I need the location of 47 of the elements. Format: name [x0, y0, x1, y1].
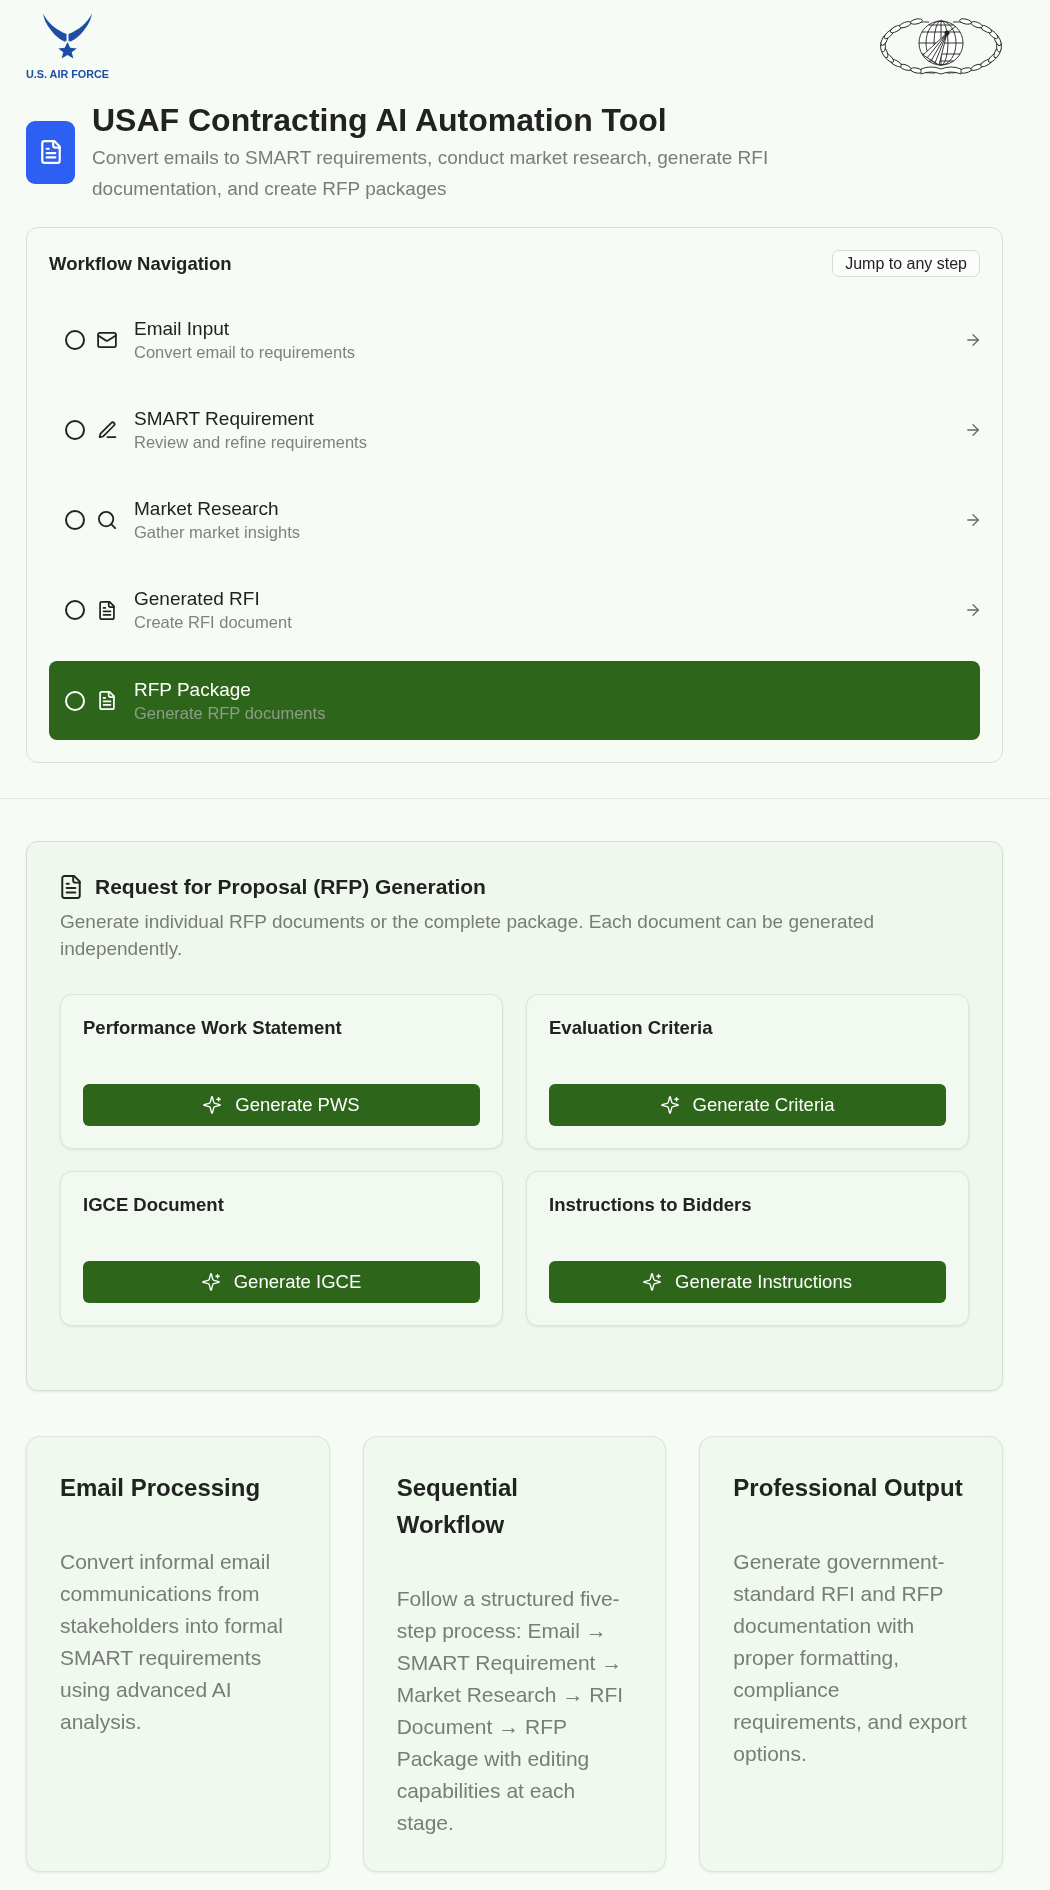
pencil-icon: [97, 420, 117, 439]
document-title: Performance Work Statement: [83, 1017, 343, 1040]
feature-description: Generate government-standard RFI and RFP documentation with proper formatting, compliance requirements, and export options.: [733, 1549, 967, 1768]
arrow-right-icon: [967, 514, 979, 527]
circle-icon: [65, 510, 85, 531]
document-title: Instructions to Bidders: [549, 1194, 753, 1217]
search-icon: [98, 511, 116, 530]
section-title: Request for Proposal (RFP) Generation: [95, 875, 486, 900]
sparkle-icon: [643, 1273, 662, 1292]
arrow-right-icon: [967, 423, 979, 436]
document-icon: [61, 875, 81, 900]
jump-hint-badge: Jump to any step: [832, 250, 980, 277]
sparkle-icon: [660, 1096, 679, 1115]
logo-text: U.S. AIR FORCE: [26, 68, 109, 80]
section-description: Generate individual RFP documents or the complete package. Each document can be generated independently.: [60, 909, 875, 961]
generate-button[interactable]: Generate PWS: [83, 1084, 480, 1127]
generate-button[interactable]: Generate Instructions: [549, 1261, 946, 1304]
app-title: USAF Contracting AI Automation Tool: [92, 101, 668, 140]
circle-icon: [65, 329, 85, 350]
document-title: IGCE Document: [83, 1194, 225, 1217]
document-icon: [99, 600, 115, 620]
document-title: Evaluation Criteria: [549, 1017, 714, 1040]
arrow-right-icon: [967, 333, 979, 346]
circle-icon: [65, 419, 85, 440]
sparkle-icon: [201, 1273, 220, 1292]
workflow-step[interactable]: Market Research Gather market insights: [49, 480, 980, 560]
card-title: Workflow Navigation: [49, 251, 232, 276]
workflow-step[interactable]: SMART Requirement Review and refine requirements: [49, 390, 980, 470]
workflow-step[interactable]: RFP Package Generate RFP documents: [49, 661, 980, 741]
generate-button[interactable]: Generate Criteria: [549, 1084, 946, 1127]
generate-button[interactable]: Generate IGCE: [83, 1261, 480, 1304]
wing-emblem-icon: [41, 13, 94, 60]
circle-icon: [65, 690, 85, 711]
feature-title: Professional Output: [733, 1473, 964, 1504]
circle-icon: [65, 600, 85, 621]
envelope-icon: [97, 331, 117, 348]
feature-description: Convert informal email communications from stakeholders into formal SMART requirements using advanced AI analysis.: [60, 1549, 284, 1736]
arrow-right-icon: [967, 604, 979, 617]
workflow-step[interactable]: Email Input Convert email to requirements: [49, 300, 980, 379]
feature-title: Email Processing: [60, 1473, 262, 1504]
document-app-icon: [26, 120, 75, 184]
document-icon: [99, 691, 115, 711]
feature-title: Sequential Workflow: [396, 1473, 519, 1541]
workflow-step[interactable]: Generated RFI Create RFI document: [49, 570, 980, 650]
sparkle-icon: [203, 1096, 222, 1115]
feature-description: Follow a structured five-step process: Email → SMART Requirement → Market Research → RFI Document → RFP Package with editing capabilities at each stage.: [396, 1586, 625, 1837]
app-subtitle: Convert emails to SMART requirements, conduct market research, generate RFI documentation, and create RFP packages: [92, 146, 770, 201]
